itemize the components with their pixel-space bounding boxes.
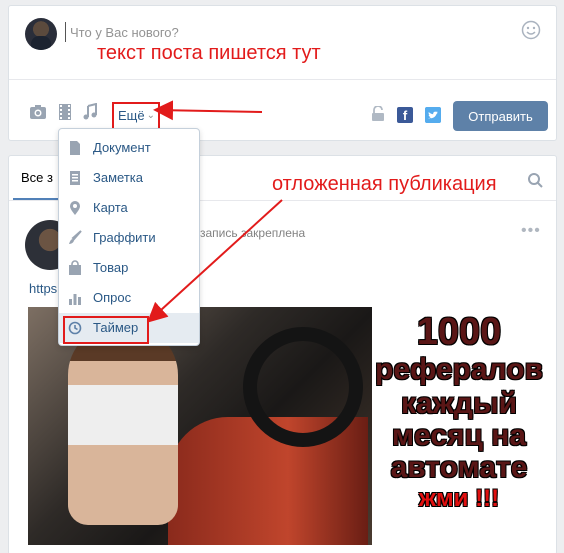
post-text-input[interactable] bbox=[65, 22, 505, 42]
post-composer: Ещё ⌄ f Отправить bbox=[8, 5, 557, 141]
menu-item-label: Карта bbox=[93, 200, 128, 215]
more-dropdown-menu: Документ Заметка Карта Граффити Товар Оп… bbox=[58, 128, 200, 346]
more-attachments-button[interactable]: Ещё ⌄ bbox=[112, 102, 160, 130]
brush-icon bbox=[69, 230, 82, 244]
promo-text-block: 1000 рефералов каждый месяц на автомате … bbox=[372, 307, 546, 545]
post-menu-dots-icon[interactable]: ••• bbox=[521, 222, 541, 240]
menu-item-document[interactable]: Документ bbox=[59, 133, 199, 163]
menu-item-graffiti[interactable]: Граффити bbox=[59, 223, 199, 253]
menu-item-poll[interactable]: Опрос bbox=[59, 283, 199, 313]
annotation-scheduled: отложенная публикация bbox=[272, 173, 497, 195]
menu-item-label: Граффити bbox=[93, 230, 156, 245]
map-pin-icon bbox=[70, 201, 80, 215]
annotation-post-text: текст поста пишется тут bbox=[97, 42, 321, 64]
menu-item-label: Опрос bbox=[93, 290, 132, 305]
promo-line-6: жми !!! bbox=[418, 485, 500, 512]
promo-line-2: рефералов bbox=[375, 353, 543, 386]
search-icon[interactable] bbox=[527, 172, 543, 188]
poll-icon bbox=[69, 294, 81, 305]
pinned-label: запись закреплена bbox=[200, 226, 306, 240]
note-icon bbox=[70, 171, 80, 185]
timer-highlight-frame bbox=[63, 316, 149, 344]
send-post-button[interactable]: Отправить bbox=[453, 101, 548, 131]
menu-item-map[interactable]: Карта bbox=[59, 193, 199, 223]
menu-item-label: Заметка bbox=[93, 170, 143, 185]
composer-divider bbox=[9, 79, 556, 80]
promo-line-5: автомате bbox=[390, 451, 528, 484]
music-icon[interactable] bbox=[81, 103, 99, 121]
chevron-down-icon: ⌄ bbox=[146, 110, 155, 121]
tab-all-posts[interactable]: Все з bbox=[21, 170, 53, 185]
menu-item-label: Документ bbox=[93, 140, 151, 155]
promo-line-3: каждый bbox=[400, 387, 518, 420]
video-icon[interactable] bbox=[56, 103, 74, 121]
woman-figure-shape bbox=[68, 325, 178, 525]
promo-line-4: месяц на bbox=[391, 419, 527, 452]
twitter-icon[interactable] bbox=[425, 107, 441, 123]
menu-item-note[interactable]: Заметка bbox=[59, 163, 199, 193]
photo-icon[interactable] bbox=[29, 103, 47, 121]
document-icon bbox=[70, 141, 80, 155]
user-avatar[interactable] bbox=[25, 18, 57, 50]
steering-wheel-shape bbox=[243, 327, 363, 447]
emoji-icon[interactable] bbox=[521, 20, 541, 40]
promo-line-1: 1000 bbox=[416, 311, 502, 353]
more-label: Ещё bbox=[118, 108, 145, 123]
facebook-icon[interactable]: f bbox=[397, 107, 413, 123]
menu-item-label: Товар bbox=[93, 260, 129, 275]
bag-icon bbox=[69, 260, 81, 275]
menu-item-product[interactable]: Товар bbox=[59, 253, 199, 283]
lock-icon[interactable] bbox=[371, 106, 385, 122]
